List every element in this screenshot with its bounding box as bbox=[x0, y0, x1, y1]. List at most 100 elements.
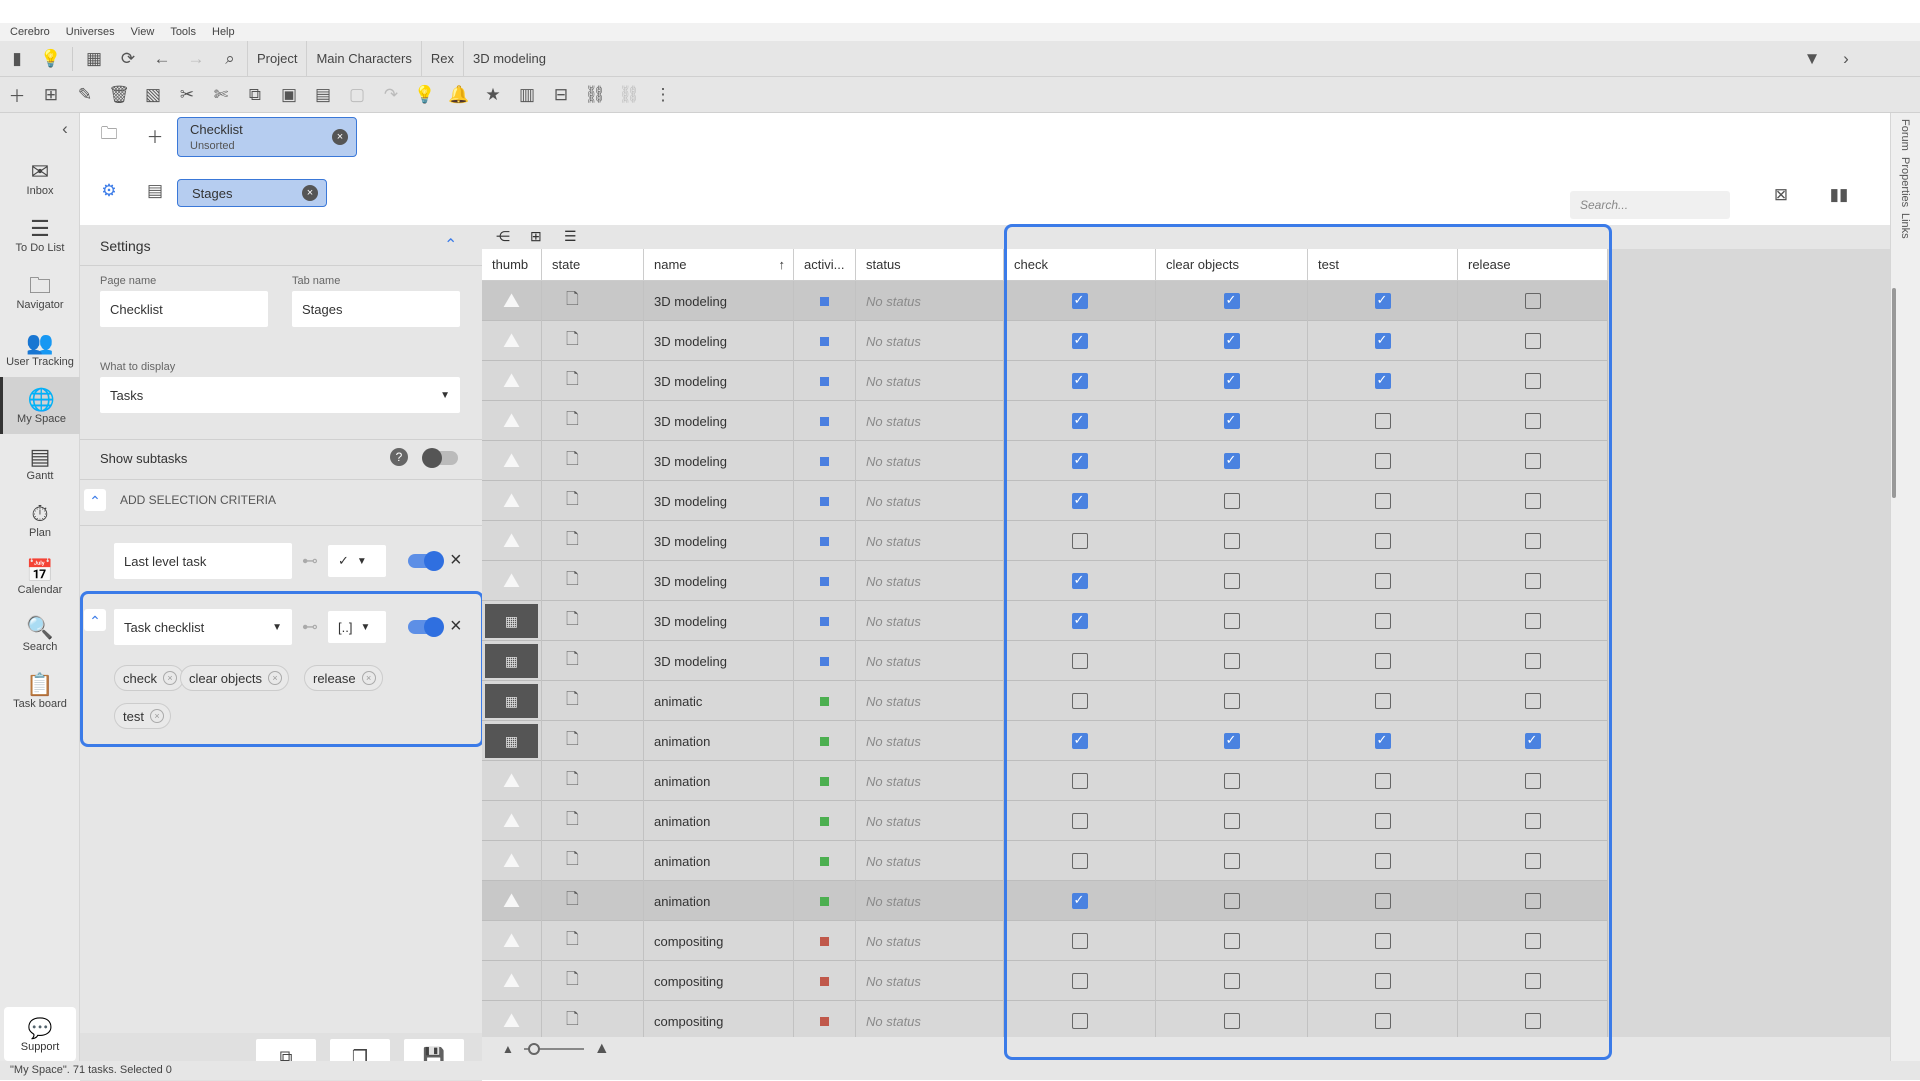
star-icon[interactable]: ★ bbox=[479, 81, 507, 109]
check-checkbox[interactable] bbox=[1071, 612, 1088, 629]
nav-item-user-tracking[interactable]: 👥 User Tracking bbox=[0, 320, 80, 377]
chevron-up-icon[interactable]: ⌃ bbox=[444, 235, 457, 255]
cut-link-icon[interactable]: ✄ bbox=[207, 81, 235, 109]
remove-checklist-icon[interactable]: × bbox=[450, 615, 462, 638]
close-icon[interactable]: × bbox=[302, 185, 318, 201]
paste-link-icon[interactable]: ▢ bbox=[343, 81, 371, 109]
filter-sliders-icon[interactable]: ☰ bbox=[564, 228, 577, 245]
clear-objects-checkbox[interactable] bbox=[1223, 1013, 1240, 1029]
vertical-scrollbar[interactable] bbox=[1892, 288, 1896, 498]
test-checkbox[interactable] bbox=[1374, 533, 1391, 549]
release-checkbox[interactable] bbox=[1524, 453, 1541, 469]
add-subtask-icon[interactable]: ⊞ bbox=[37, 81, 65, 109]
checklist-operator-select[interactable]: [..] ▼ bbox=[328, 611, 386, 643]
checklist-tag[interactable]: release × bbox=[304, 665, 383, 691]
check-checkbox[interactable] bbox=[1071, 933, 1088, 949]
release-checkbox[interactable] bbox=[1524, 293, 1541, 309]
check-checkbox[interactable] bbox=[1071, 892, 1088, 909]
release-checkbox[interactable] bbox=[1524, 933, 1541, 949]
test-checkbox[interactable] bbox=[1374, 653, 1391, 669]
menu-item-cerebro[interactable]: Cerebro bbox=[10, 26, 50, 38]
menu-item-tools[interactable]: Tools bbox=[170, 26, 196, 38]
clear-objects-checkbox[interactable] bbox=[1223, 292, 1240, 309]
slider-knob[interactable] bbox=[527, 1043, 540, 1055]
table-row[interactable]: ⛰ 🗋 compositing No status bbox=[482, 961, 1608, 1001]
release-checkbox[interactable] bbox=[1524, 573, 1541, 589]
table-row[interactable]: ⛰ 🗋 3D modeling No status bbox=[482, 321, 1608, 361]
criterion-last-level-task[interactable]: Last level task bbox=[114, 543, 292, 579]
chart-icon[interactable]: ▮▮ bbox=[1825, 181, 1853, 209]
sort-arrow-icon[interactable]: ↑ bbox=[779, 257, 786, 272]
layout-icon[interactable]: ▦ bbox=[80, 45, 108, 73]
check-checkbox[interactable] bbox=[1071, 572, 1088, 589]
release-checkbox[interactable] bbox=[1524, 533, 1541, 549]
nav-item-inbox[interactable]: ✉ Inbox bbox=[0, 149, 80, 206]
app-logo-icon[interactable]: ▮ bbox=[3, 45, 31, 73]
release-checkbox[interactable] bbox=[1524, 893, 1541, 909]
column-header-check[interactable]: check bbox=[1004, 249, 1156, 281]
check-checkbox[interactable] bbox=[1071, 653, 1088, 669]
test-checkbox[interactable] bbox=[1374, 693, 1391, 709]
redo-icon[interactable]: ↷ bbox=[377, 81, 405, 109]
page-chip-checklist[interactable]: Checklist Unsorted × bbox=[177, 117, 357, 157]
release-checkbox[interactable] bbox=[1524, 373, 1541, 389]
check-checkbox[interactable] bbox=[1071, 332, 1088, 349]
refresh-icon[interactable]: ⟳ bbox=[114, 45, 142, 73]
column-header-test[interactable]: test bbox=[1308, 249, 1458, 281]
help-icon[interactable]: ? bbox=[390, 448, 408, 466]
tab-chip-stages[interactable]: Stages × bbox=[177, 179, 327, 207]
remove-tag-icon[interactable]: × bbox=[361, 671, 376, 685]
test-checkbox[interactable] bbox=[1374, 893, 1391, 909]
hierarchy-icon[interactable]: ⋲ bbox=[496, 228, 510, 245]
test-checkbox[interactable] bbox=[1374, 292, 1391, 309]
criterion-task-checklist[interactable]: Task checklist ▼ bbox=[114, 609, 292, 645]
release-checkbox[interactable] bbox=[1524, 333, 1541, 349]
collapse-checklist-icon[interactable]: ⌃ bbox=[84, 609, 106, 631]
column-header-thumb[interactable]: thumb bbox=[482, 249, 542, 281]
check-checkbox[interactable] bbox=[1071, 773, 1088, 789]
remove-criterion-icon[interactable]: × bbox=[450, 549, 462, 572]
table-row[interactable]: ▦ 🗋 animation No status bbox=[482, 721, 1608, 761]
remove-tag-icon[interactable]: × bbox=[149, 709, 164, 723]
table-row[interactable]: ⛰ 🗋 animation No status bbox=[482, 801, 1608, 841]
column-header-status[interactable]: status bbox=[856, 249, 1004, 281]
test-checkbox[interactable] bbox=[1374, 773, 1391, 789]
column-header-clear-objects[interactable]: clear objects bbox=[1156, 249, 1308, 281]
table-row[interactable]: ▦ 🗋 animatic No status bbox=[482, 681, 1608, 721]
test-checkbox[interactable] bbox=[1374, 573, 1391, 589]
edit-icon[interactable]: ✎ bbox=[71, 81, 99, 109]
checklist-tag[interactable]: check × bbox=[114, 665, 184, 691]
test-checkbox[interactable] bbox=[1374, 613, 1391, 629]
search-input[interactable]: Search... bbox=[1570, 191, 1730, 219]
clear-objects-checkbox[interactable] bbox=[1223, 533, 1240, 549]
unlink-icon[interactable]: ⛓ bbox=[615, 81, 643, 109]
menu-item-universes[interactable]: Universes bbox=[66, 26, 115, 38]
table-row[interactable]: ⛰ 🗋 3D modeling No status bbox=[482, 561, 1608, 601]
alarm-icon[interactable]: 🔔 bbox=[445, 81, 473, 109]
display-select[interactable]: Tasks ▼ bbox=[100, 377, 460, 413]
clear-objects-checkbox[interactable] bbox=[1223, 332, 1240, 349]
column-header-activi[interactable]: activi... bbox=[794, 249, 856, 281]
remove-tag-icon[interactable]: × bbox=[162, 671, 177, 685]
nav-item-search[interactable]: 🔍 Search bbox=[0, 605, 80, 662]
table-icon[interactable]: ⊞ bbox=[530, 228, 542, 245]
test-checkbox[interactable] bbox=[1374, 973, 1391, 989]
release-checkbox[interactable] bbox=[1524, 813, 1541, 829]
add-page-icon[interactable]: ＋ bbox=[141, 121, 169, 149]
checklist-tag[interactable]: test × bbox=[114, 703, 171, 729]
release-checkbox[interactable] bbox=[1524, 773, 1541, 789]
clear-objects-checkbox[interactable] bbox=[1223, 973, 1240, 989]
folder-icon[interactable]: 🗀 bbox=[95, 121, 123, 149]
test-checkbox[interactable] bbox=[1374, 853, 1391, 869]
nav-item-gantt[interactable]: ▤ Gantt bbox=[0, 434, 80, 491]
check-checkbox[interactable] bbox=[1071, 853, 1088, 869]
search-icon[interactable]: ⌕ bbox=[216, 45, 244, 73]
nav-item-navigator[interactable]: 🗀 Navigator bbox=[0, 263, 80, 320]
copy-icon[interactable]: ⧉ bbox=[241, 81, 269, 109]
delete-icon[interactable]: 🗑 bbox=[105, 81, 133, 109]
page-name-field[interactable]: Checklist bbox=[100, 291, 268, 327]
table-row[interactable]: ⛰ 🗋 3D modeling No status bbox=[482, 521, 1608, 561]
column-header-state[interactable]: state bbox=[542, 249, 644, 281]
release-checkbox[interactable] bbox=[1524, 653, 1541, 669]
check-checkbox[interactable] bbox=[1071, 813, 1088, 829]
